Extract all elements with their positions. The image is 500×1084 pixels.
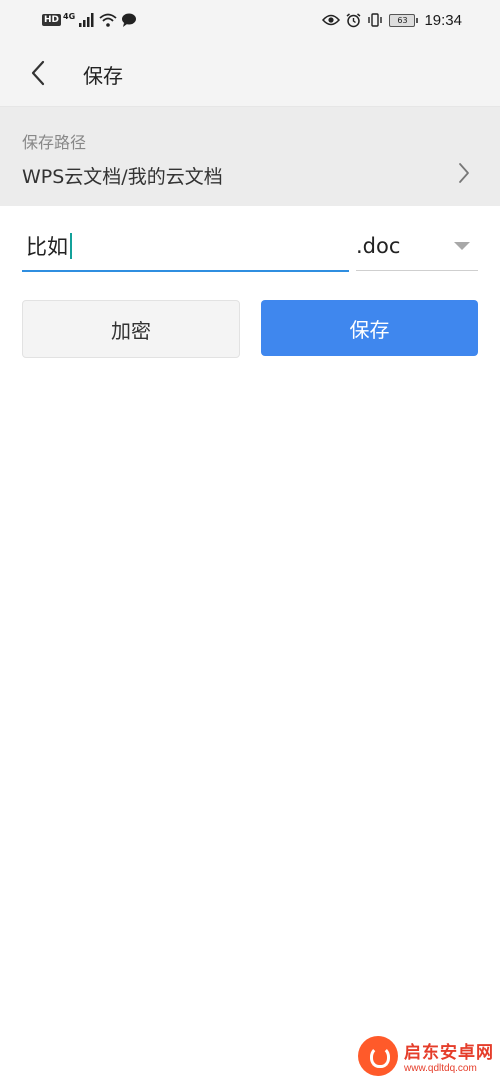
filename-input[interactable]: 比如 <box>22 222 349 272</box>
wifi-icon <box>99 13 117 27</box>
site-watermark: 启东安卓网 www.qdltdq.com <box>358 1036 494 1076</box>
hd-badge: HD <box>42 14 62 26</box>
app-bar: 保存 <box>0 40 500 107</box>
back-button[interactable] <box>20 55 56 91</box>
status-bar: HD 4G 63 19:34 <box>0 0 500 40</box>
watermark-name: 启东安卓网 <box>404 1043 494 1063</box>
status-left: HD 4G <box>42 10 137 30</box>
alarm-icon <box>346 12 361 27</box>
eye-icon <box>322 14 341 26</box>
extension-value: .doc <box>356 234 401 258</box>
watermark-text: 启东安卓网 www.qdltdq.com <box>404 1038 494 1074</box>
chevron-right-icon <box>459 163 469 183</box>
vibrate-icon <box>368 13 383 27</box>
signal-icon <box>79 13 94 27</box>
battery-icon: 63 <box>389 13 419 27</box>
dropdown-arrow-icon <box>454 242 470 250</box>
clock: 19:34 <box>424 11 462 29</box>
filename-value: 比如 <box>26 235 68 259</box>
network-type: 4G <box>63 11 76 21</box>
encrypt-button[interactable]: 加密 <box>22 300 240 358</box>
extension-dropdown[interactable]: .doc <box>356 222 478 271</box>
save-path-row[interactable]: 保存路径 WPS云文档/我的云文档 <box>0 107 500 206</box>
battery-level: 63 <box>389 13 416 27</box>
watermark-logo-icon <box>358 1036 398 1076</box>
watermark-url: www.qdltdq.com <box>404 1063 477 1074</box>
chevron-left-icon <box>31 60 45 86</box>
page-title: 保存 <box>83 64 123 88</box>
save-path-value: WPS云文档/我的云文档 <box>22 166 223 188</box>
battery-tip <box>416 17 419 23</box>
status-right: 63 19:34 <box>322 10 462 30</box>
save-path-label: 保存路径 <box>22 133 87 152</box>
save-button[interactable]: 保存 <box>261 300 478 356</box>
message-icon <box>122 13 137 27</box>
text-caret <box>70 233 72 259</box>
